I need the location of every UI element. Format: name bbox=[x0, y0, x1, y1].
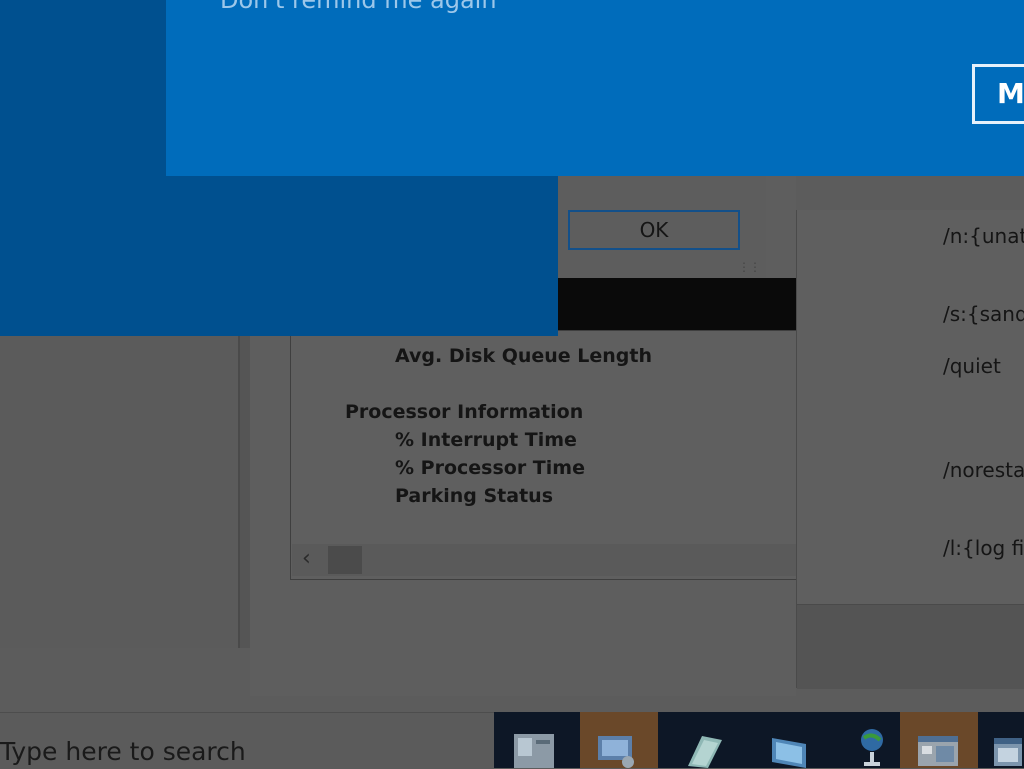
option-sandbox: /s:{sand bbox=[943, 302, 1024, 326]
option-log-file: /l:{log fi bbox=[943, 536, 1024, 560]
scroll-left-arrow-icon[interactable]: ‹ bbox=[302, 546, 311, 571]
resize-grip-icon[interactable]: ⋮⋮ bbox=[738, 260, 761, 274]
dont-remind-link[interactable]: Don't remind me again bbox=[220, 0, 497, 14]
server-manager-icon[interactable] bbox=[494, 712, 572, 768]
counter-group-processor-information[interactable]: Processor Information bbox=[345, 401, 583, 423]
counter-parking-status[interactable]: Parking Status bbox=[395, 485, 553, 507]
taskbar-search-box[interactable]: Type here to search bbox=[0, 712, 494, 769]
option-norestart: /noresta bbox=[943, 458, 1024, 482]
option-quiet: /quiet bbox=[943, 354, 1001, 378]
notepad-icon[interactable] bbox=[666, 712, 744, 768]
counter-processor-time[interactable]: % Processor Time bbox=[395, 457, 585, 479]
scrollbar-thumb[interactable] bbox=[328, 546, 362, 574]
counter-list: Avg. Disk Queue Length Processor Informa… bbox=[290, 330, 797, 580]
remote-desktop-icon[interactable] bbox=[580, 712, 658, 768]
window-icon[interactable] bbox=[980, 712, 1024, 768]
dialog-footer bbox=[797, 604, 1024, 689]
dark-region bbox=[556, 278, 796, 330]
monitor-icon[interactable] bbox=[752, 712, 830, 768]
notification-banner: Don't remind me again M bbox=[166, 0, 1024, 176]
horizontal-scrollbar[interactable]: ‹ bbox=[292, 544, 796, 576]
option-unattend: /n:{unat bbox=[943, 224, 1024, 248]
command-options-dialog: /n:{unat /s:{sand /quiet /noresta /l:{lo… bbox=[796, 210, 1024, 689]
banner-action-button[interactable]: M bbox=[972, 64, 1024, 124]
message-dialog: OK ⋮⋮ bbox=[556, 176, 766, 278]
counter-interrupt-time[interactable]: % Interrupt Time bbox=[395, 429, 577, 451]
search-placeholder: Type here to search bbox=[0, 737, 246, 766]
control-panel-icon[interactable] bbox=[900, 712, 978, 768]
taskbar bbox=[494, 712, 1024, 768]
counter-avg-disk-queue-length[interactable]: Avg. Disk Queue Length bbox=[395, 345, 652, 367]
ok-button[interactable]: OK bbox=[568, 210, 740, 250]
